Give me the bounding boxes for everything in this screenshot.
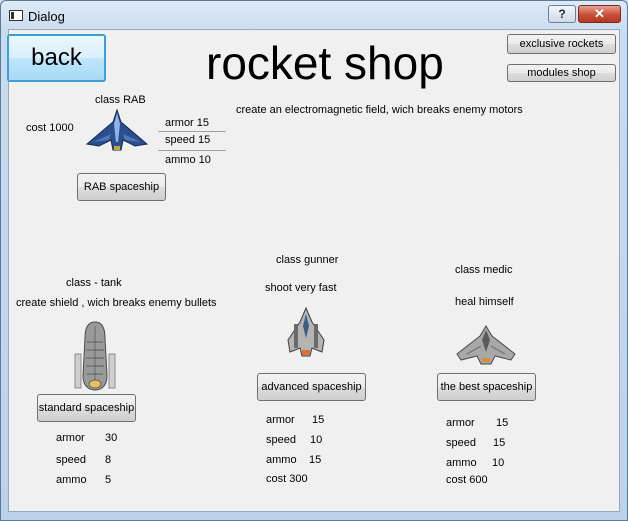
- rab-ship-icon: [85, 108, 149, 151]
- medic-ship-icon: [456, 325, 516, 365]
- tank-ammo-value: 5: [105, 474, 112, 486]
- rab-speed-stat: speed 15: [165, 134, 211, 146]
- tank-ammo-label: ammo: [56, 474, 87, 486]
- title-bar: Dialog ? ✕: [1, 1, 627, 31]
- standard-spaceship-button[interactable]: standard spaceship: [37, 394, 136, 422]
- rab-class-label: class RAB: [95, 94, 146, 106]
- gunner-ammo-value: 15: [309, 454, 322, 466]
- gunner-description: shoot very fast: [265, 282, 337, 294]
- gunner-armor-label: armor: [266, 414, 295, 426]
- tank-ship-icon: [74, 321, 116, 391]
- exclusive-rockets-button[interactable]: exclusive rockets: [507, 34, 616, 54]
- tank-class-label: class - tank: [66, 277, 122, 289]
- gunner-cost: cost 300: [266, 473, 308, 485]
- window-title: Dialog: [28, 9, 65, 24]
- medic-armor-value: 15: [496, 417, 509, 429]
- gunner-ship-icon: [287, 306, 325, 357]
- window-app-icon: [9, 10, 23, 21]
- rab-armor-stat: armor 15: [165, 117, 210, 129]
- gunner-class-label: class gunner: [276, 254, 339, 266]
- close-button[interactable]: ✕: [578, 5, 621, 23]
- rab-cost: cost 1000: [26, 122, 74, 134]
- page-title: rocket shop: [206, 37, 444, 89]
- medic-cost: cost 600: [446, 474, 488, 486]
- advanced-spaceship-button[interactable]: advanced spaceship: [257, 373, 366, 401]
- gunner-ammo-label: ammo: [266, 454, 297, 466]
- medic-speed-label: speed: [446, 437, 476, 449]
- back-button[interactable]: back: [7, 34, 106, 82]
- medic-ammo-label: ammo: [446, 457, 477, 469]
- medic-class-label: class medic: [455, 264, 513, 276]
- medic-speed-value: 15: [493, 437, 506, 449]
- tank-armor-value: 30: [105, 432, 118, 444]
- modules-shop-button[interactable]: modules shop: [507, 64, 616, 82]
- tank-speed-label: speed: [56, 454, 86, 466]
- the-best-spaceship-button[interactable]: the best spaceship: [437, 373, 536, 401]
- rab-spaceship-button[interactable]: RAB spaceship: [77, 173, 166, 201]
- gunner-armor-value: 15: [312, 414, 325, 426]
- tank-armor-label: armor: [56, 432, 85, 444]
- rab-stat-divider: [158, 131, 226, 132]
- rab-stat-divider: [158, 150, 226, 151]
- medic-ammo-value: 10: [492, 457, 505, 469]
- rab-ammo-stat: ammo 10: [165, 154, 211, 166]
- tank-description: create shield , wich breaks enemy bullet…: [16, 297, 217, 309]
- tank-speed-value: 8: [105, 454, 112, 466]
- rab-description: create an electromagnetic field, wich br…: [236, 104, 523, 116]
- gunner-speed-label: speed: [266, 434, 296, 446]
- medic-description: heal himself: [455, 296, 514, 308]
- medic-armor-label: armor: [446, 417, 475, 429]
- gunner-speed-value: 10: [310, 434, 323, 446]
- help-button[interactable]: ?: [548, 5, 576, 23]
